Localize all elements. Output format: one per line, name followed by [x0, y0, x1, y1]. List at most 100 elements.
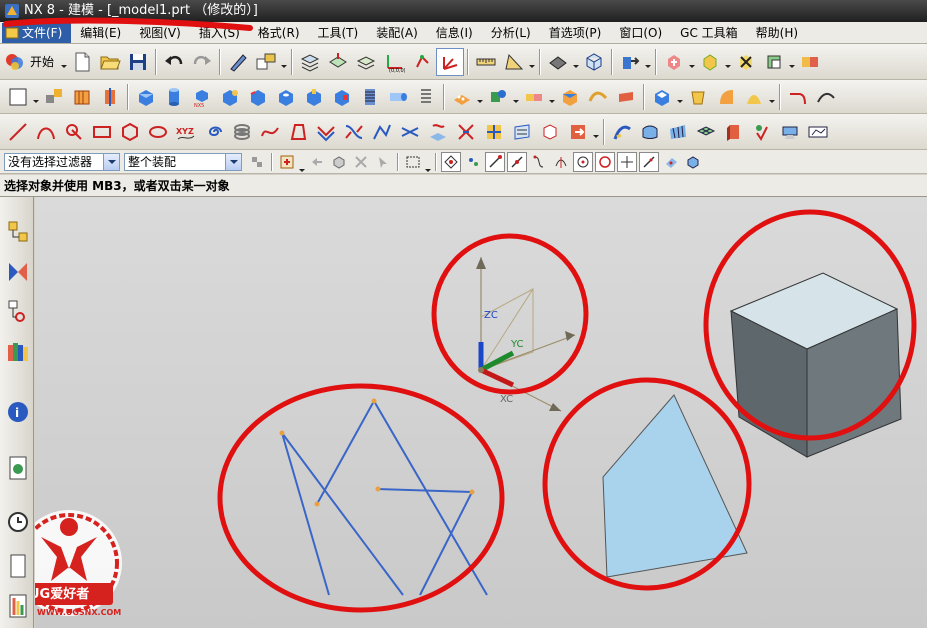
edge-blend-button[interactable]: [216, 83, 244, 111]
extend-curve-button[interactable]: [812, 83, 840, 111]
wcs-display-button[interactable]: [436, 47, 465, 76]
snap-point-on-curve-button[interactable]: [639, 151, 659, 172]
redo-button[interactable]: [188, 48, 216, 76]
snap-quadrant-button[interactable]: [595, 151, 615, 172]
menu-insert[interactable]: 插入(S): [190, 23, 249, 43]
polygon-button[interactable]: [116, 118, 144, 146]
snap-midpoint-button[interactable]: [507, 151, 527, 172]
move-dropdown[interactable]: [644, 48, 652, 76]
new-button[interactable]: [68, 48, 96, 76]
reference-set-button[interactable]: [760, 48, 788, 76]
spiral-button[interactable]: [200, 118, 228, 146]
offset-face-button[interactable]: [556, 83, 584, 111]
unite-button[interactable]: [484, 83, 512, 111]
deselect-all-button[interactable]: [350, 152, 372, 172]
boss-button[interactable]: [300, 83, 328, 111]
add-component-button[interactable]: [660, 48, 688, 76]
replace-component-button[interactable]: [732, 48, 760, 76]
styled-blend-button[interactable]: [740, 83, 768, 111]
spring-button[interactable]: [412, 83, 440, 111]
copy-layer-button[interactable]: [352, 48, 380, 76]
history-tab[interactable]: [5, 453, 31, 483]
part-navigator-tab[interactable]: [5, 297, 31, 327]
measure-dropdown[interactable]: [528, 48, 536, 76]
snap-endpoint-button[interactable]: [485, 151, 505, 172]
process-studio-tab[interactable]: [5, 551, 31, 581]
create-component-button[interactable]: [696, 48, 724, 76]
snap-intersection-button[interactable]: [550, 152, 572, 172]
graphics-window[interactable]: ZC YC XC UG爱好者 WWW.UGSNX.COM: [35, 197, 927, 628]
open-button[interactable]: [96, 48, 124, 76]
snap-bounded-grid-button[interactable]: [682, 152, 704, 172]
selection-scope-combo[interactable]: 整个装配: [124, 152, 242, 171]
studio-surface-button[interactable]: [664, 118, 692, 146]
blend-face-button[interactable]: [712, 83, 740, 111]
pad-button[interactable]: [328, 83, 356, 111]
feature-filter-dropdown[interactable]: [298, 152, 306, 172]
fillet-curve-button[interactable]: [784, 83, 812, 111]
menu-gc-toolkit[interactable]: GC 工具箱: [671, 23, 747, 43]
reference-set-dropdown[interactable]: [788, 48, 796, 76]
sweep-button[interactable]: [608, 118, 636, 146]
assembly-navigator-tab[interactable]: [5, 217, 31, 247]
web-browser-tab[interactable]: i: [5, 397, 31, 427]
component-dropdown[interactable]: [688, 48, 696, 76]
law-extension-button[interactable]: [748, 118, 776, 146]
trimmed-sheet-button[interactable]: [804, 118, 832, 146]
roles-tab[interactable]: [5, 591, 31, 621]
studio-spline-button[interactable]: [256, 118, 284, 146]
curve-dropdown[interactable]: [592, 118, 600, 146]
window-dropdown[interactable]: [280, 48, 288, 76]
measure-distance-button[interactable]: [472, 48, 500, 76]
law-curve-button[interactable]: XYZ: [172, 118, 200, 146]
extract-curve-button[interactable]: [536, 118, 564, 146]
menu-assemblies[interactable]: 装配(A): [367, 23, 427, 43]
system-materials-tab[interactable]: [5, 507, 31, 537]
sketch-dropdown[interactable]: [32, 83, 40, 111]
measure-angle-button[interactable]: [500, 48, 528, 76]
offset-surface-button[interactable]: [776, 118, 804, 146]
move-layer-button[interactable]: [324, 48, 352, 76]
trim-body-button[interactable]: [520, 83, 548, 111]
section-curve-button[interactable]: [508, 118, 536, 146]
join-curve-button[interactable]: [396, 118, 424, 146]
extension-button[interactable]: [720, 118, 748, 146]
hole-button[interactable]: [272, 83, 300, 111]
through-curves-button[interactable]: [584, 83, 612, 111]
thicken-button[interactable]: [612, 83, 640, 111]
menu-window[interactable]: 窗口(O): [610, 23, 671, 43]
boolean-dropdown[interactable]: [512, 83, 520, 111]
nx5-feature-button[interactable]: NX5: [188, 83, 216, 111]
start-dropdown[interactable]: [60, 48, 68, 76]
move-object-button[interactable]: [616, 48, 644, 76]
snap-point-toggle-button[interactable]: [441, 151, 461, 172]
blend-dropdown[interactable]: [768, 83, 776, 111]
rectangle-button[interactable]: [88, 118, 116, 146]
menu-view[interactable]: 视图(V): [130, 23, 190, 43]
type-filter-combo[interactable]: 没有选择过滤器: [4, 152, 120, 171]
create-component-dropdown[interactable]: [724, 48, 732, 76]
through-curve-mesh-button[interactable]: [692, 118, 720, 146]
helix-button[interactable]: [228, 118, 256, 146]
revolve-button[interactable]: [96, 83, 124, 111]
select-mode-dropdown[interactable]: [424, 152, 432, 172]
wcs-origin-button[interactable]: (0,0,0): [380, 48, 408, 76]
block-body[interactable]: [729, 272, 902, 458]
n-sided-surface-button[interactable]: [636, 118, 664, 146]
shell-button[interactable]: [648, 83, 676, 111]
pattern-dropdown[interactable]: [476, 83, 484, 111]
undo-button[interactable]: [160, 48, 188, 76]
thread-button[interactable]: [356, 83, 384, 111]
feature-filter-button[interactable]: [276, 152, 298, 172]
reuse-library-tab[interactable]: [5, 337, 31, 367]
menu-format[interactable]: 格式(R): [249, 23, 309, 43]
project-curve-button[interactable]: [424, 118, 452, 146]
menu-edit[interactable]: 编辑(E): [71, 23, 130, 43]
render-style-dropdown[interactable]: [572, 48, 580, 76]
assembly-constraints-button[interactable]: [796, 48, 824, 76]
menu-file[interactable]: 文件(F): [2, 22, 72, 43]
menu-tools[interactable]: 工具(T): [309, 23, 368, 43]
ellipse-button[interactable]: [144, 118, 172, 146]
isoparametric-curve-button[interactable]: [480, 118, 508, 146]
pattern-feature-button[interactable]: [448, 83, 476, 111]
